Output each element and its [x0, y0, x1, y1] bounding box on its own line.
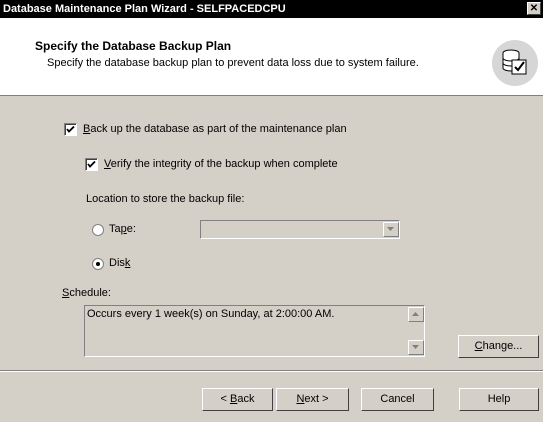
next-label-post: ext > — [304, 393, 329, 405]
close-button[interactable]: ✕ — [527, 2, 541, 15]
close-icon: ✕ — [529, 3, 539, 14]
change-label-key: C — [474, 340, 483, 352]
page-title: Specify the Database Backup Plan — [35, 39, 232, 53]
backup-checkbox[interactable] — [64, 123, 77, 136]
tape-device-combo[interactable] — [200, 220, 400, 239]
window-title: Database Maintenance Plan Wizard - SELFP… — [3, 3, 286, 15]
checkmark-icon — [66, 125, 75, 133]
verify-label[interactable]: Verify the integrity of the backup when … — [104, 158, 338, 170]
wizard-header: Specify the Database Backup Plan Specify… — [0, 18, 543, 96]
tape-label-post: e: — [126, 223, 136, 235]
page-subtitle: Specify the database backup plan to prev… — [47, 57, 419, 69]
back-label-pre: < — [220, 393, 230, 405]
schedule-text: Occurs every 1 week(s) on Sunday, at 2:0… — [87, 308, 335, 320]
chevron-down-icon — [412, 345, 419, 349]
location-label: Location to store the backup file: — [86, 193, 245, 205]
schedule-description: Occurs every 1 week(s) on Sunday, at 2:0… — [84, 305, 425, 357]
verify-checkbox[interactable] — [85, 158, 98, 171]
database-backup-icon — [492, 40, 538, 86]
change-button[interactable]: Change... — [458, 335, 539, 358]
disk-radio[interactable] — [92, 258, 104, 270]
chevron-up-icon — [412, 312, 419, 316]
title-bar: Database Maintenance Plan Wizard - SELFP… — [0, 0, 543, 18]
back-button[interactable]: < Back — [202, 388, 273, 411]
change-label-post: hange... — [482, 340, 523, 352]
scroll-up-button[interactable] — [408, 307, 424, 322]
tape-radio[interactable] — [92, 224, 104, 236]
scroll-down-button[interactable] — [408, 340, 424, 355]
radio-dot — [96, 262, 100, 266]
backup-label-post: ack up the database as part of the maint… — [90, 123, 347, 135]
footer-divider — [0, 370, 543, 372]
verify-label-post: erify the integrity of the backup when c… — [110, 158, 338, 170]
next-button[interactable]: Next > — [276, 388, 349, 411]
backup-label[interactable]: Back up the database as part of the main… — [83, 123, 347, 135]
disk-label[interactable]: Disk — [109, 257, 130, 269]
schedule-label-post: chedule: — [69, 287, 111, 299]
help-button[interactable]: Help — [459, 388, 539, 411]
tape-dropdown-button[interactable] — [383, 222, 399, 237]
verify-label-key: V — [104, 158, 111, 170]
disk-label-pre: Dis — [109, 257, 125, 269]
schedule-label: Schedule: — [62, 287, 111, 299]
tape-label[interactable]: Tape: — [109, 223, 136, 235]
disk-label-key: k — [124, 257, 131, 269]
tape-label-pre: Ta — [109, 223, 121, 235]
back-label-post: ack — [237, 393, 255, 405]
chevron-down-icon — [387, 227, 394, 231]
checkmark-icon — [87, 160, 96, 168]
cancel-button[interactable]: Cancel — [361, 388, 434, 411]
